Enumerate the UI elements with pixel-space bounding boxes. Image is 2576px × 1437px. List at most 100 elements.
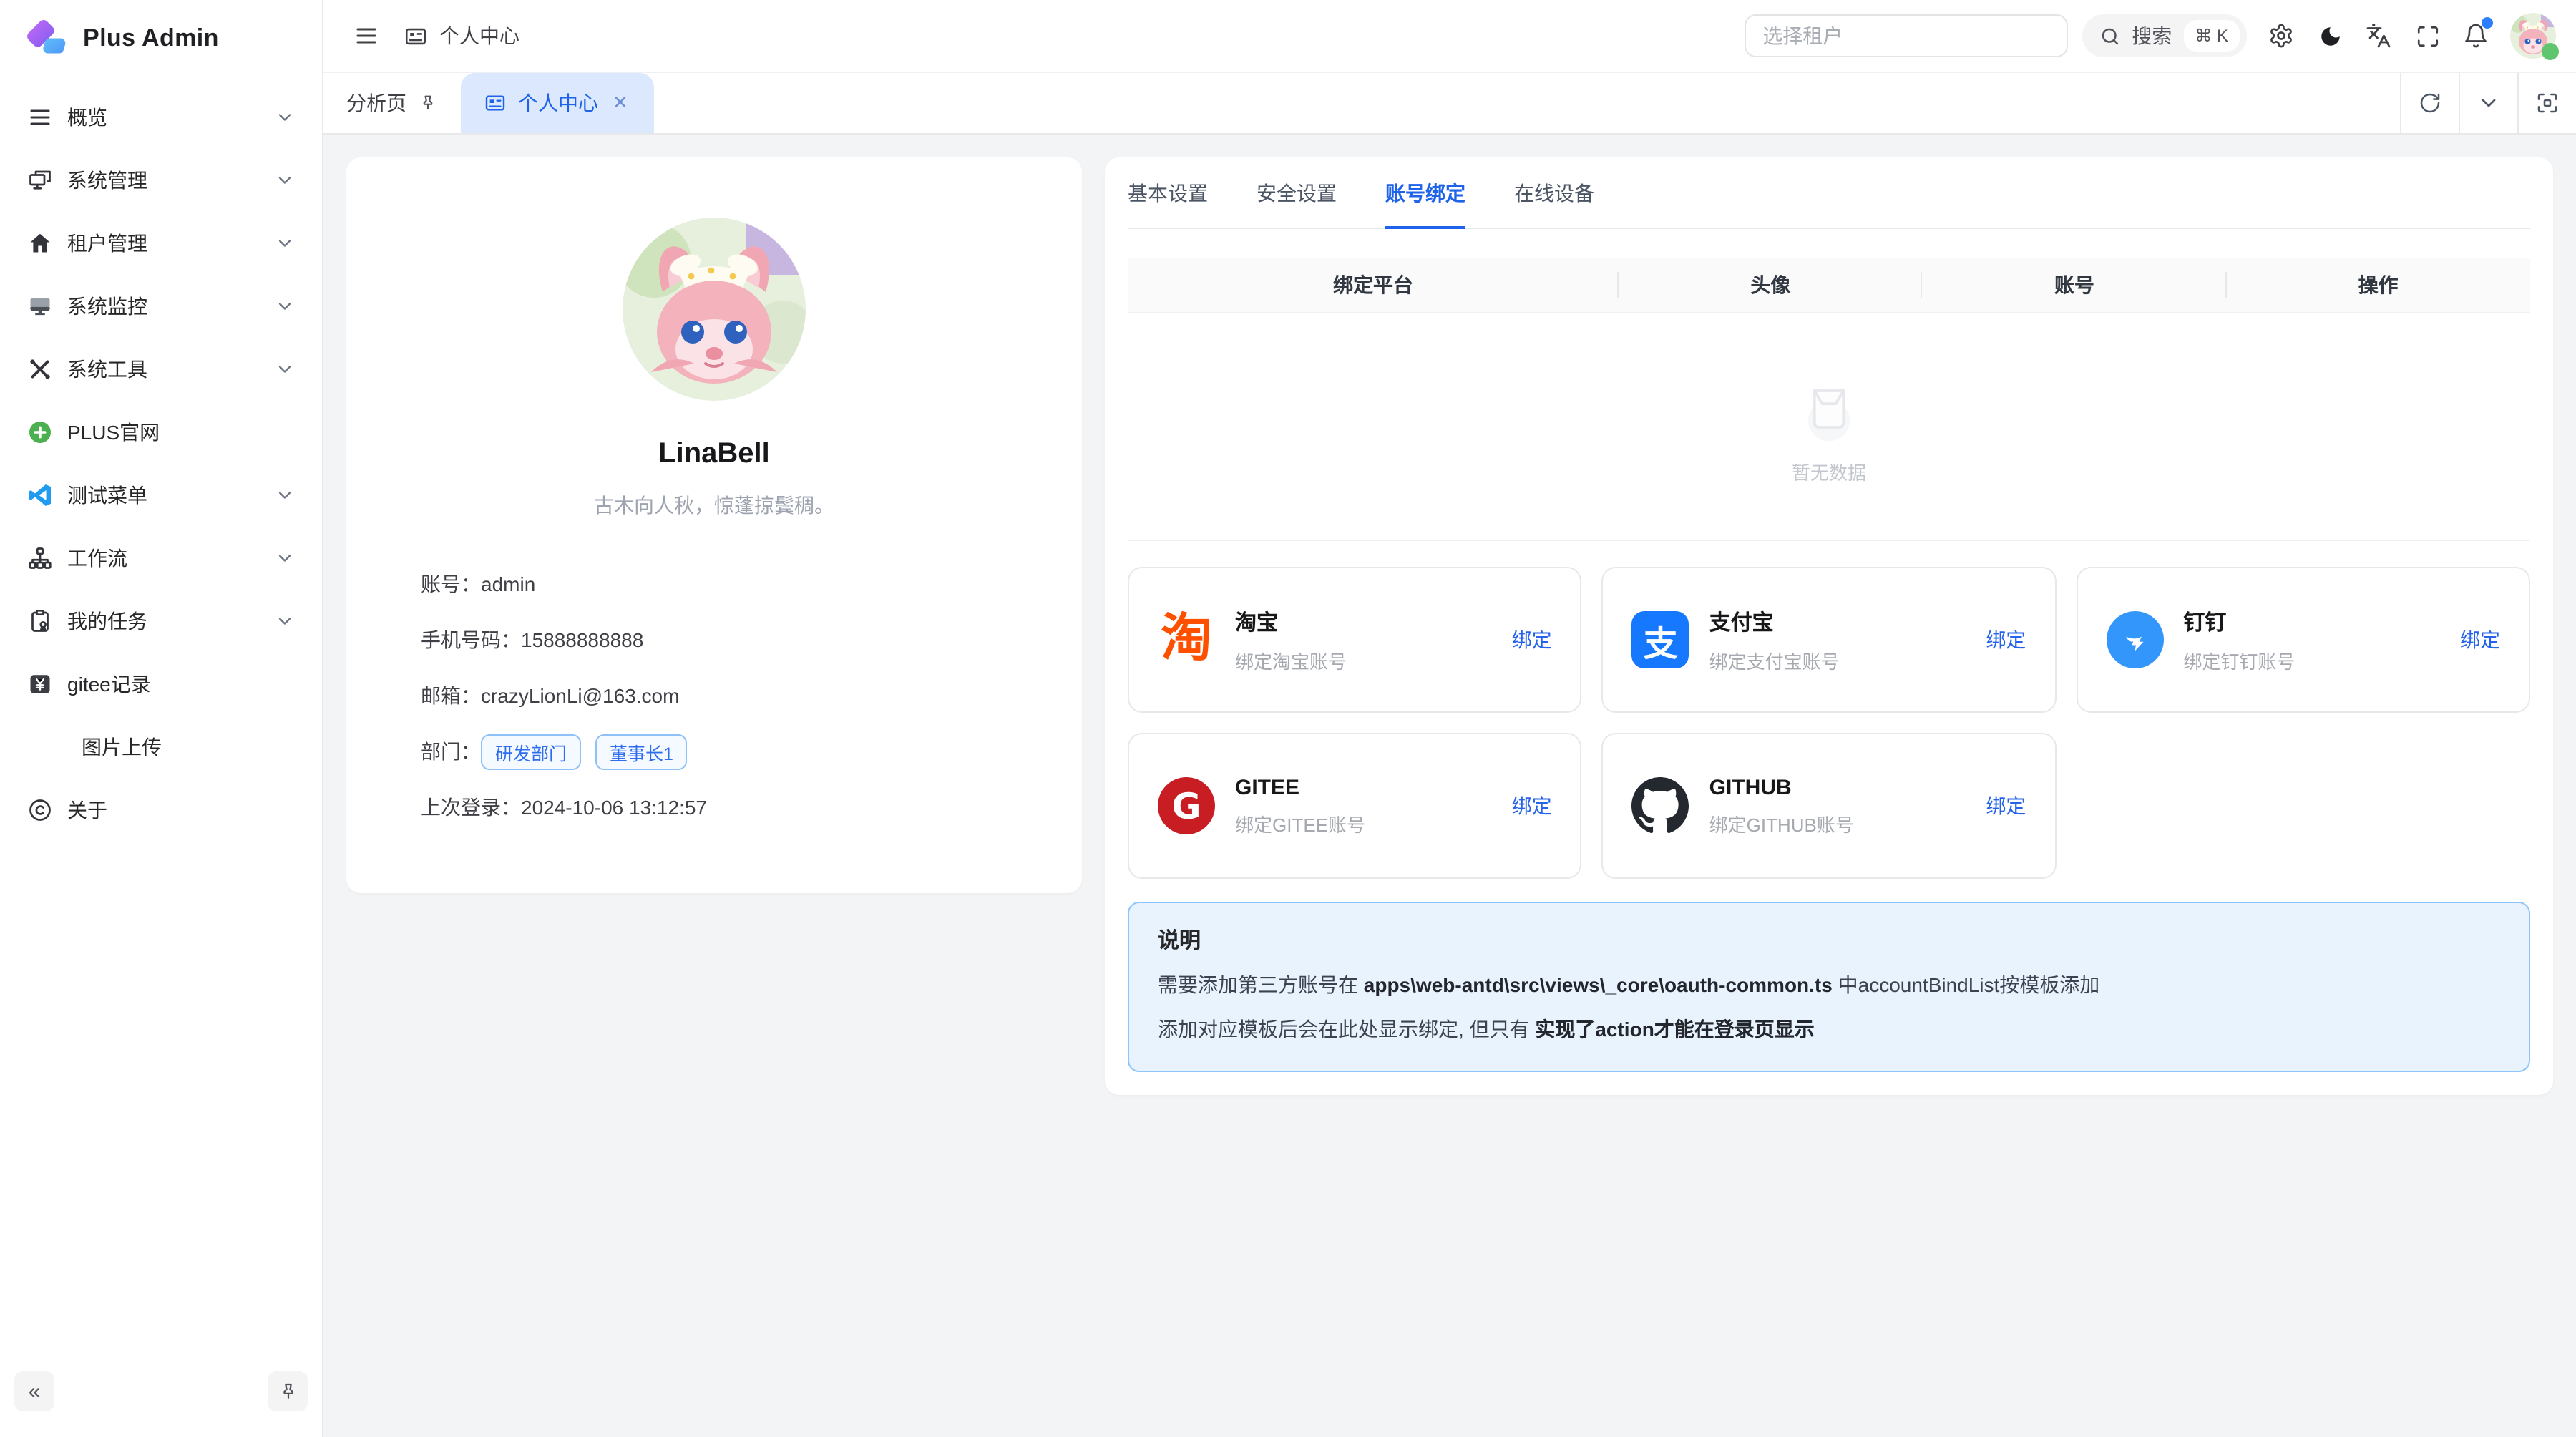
binding-card-github: GITHUB 绑定GITHUB账号 绑定 [1602, 733, 2057, 879]
settings-button[interactable] [2258, 13, 2304, 59]
workflow-icon [27, 545, 53, 571]
profile-field-last-login: 上次登录： 2024-10-06 13:12:57 [421, 789, 1008, 826]
gitee-icon: G [1158, 777, 1215, 834]
tab-profile-center[interactable]: 个人中心 ✕ [461, 73, 654, 133]
tab-bar: 分析页 个人中心 ✕ [323, 73, 2576, 135]
sidebar-menu: 概览 系统管理 租户管理 系统监控 [0, 77, 322, 1360]
tab-analytics[interactable]: 分析页 [323, 73, 461, 133]
fullscreen-icon [2415, 24, 2439, 48]
binding-desc: 绑定GITHUB账号 [1709, 809, 1986, 837]
pushpin-icon[interactable] [418, 93, 438, 113]
menu-lines-icon [27, 104, 53, 130]
global-search-button[interactable]: 搜索 ⌘ K [2082, 14, 2247, 57]
sidebar-item-about[interactable]: 关于 [13, 781, 309, 839]
online-status-dot [2542, 43, 2559, 60]
profile-field-phone: 手机号码： 15888888888 [421, 621, 1008, 658]
alipay-icon: 支 [1632, 611, 1689, 668]
binding-card-alipay: 支 支付宝 绑定支付宝账号 绑定 [1602, 567, 2057, 713]
refresh-button[interactable] [2400, 73, 2459, 133]
profile-fields: 账号： admin 手机号码： 15888888888 邮箱： crazyLio… [421, 565, 1008, 826]
note-title: 说明 [1158, 925, 2500, 955]
binding-card-dingtalk: 钉钉 绑定钉钉账号 绑定 [2076, 567, 2530, 713]
tenant-select-input[interactable] [1744, 14, 2067, 57]
bind-github-link[interactable]: 绑定 [1986, 791, 2026, 820]
column-header-account: 账号 [1923, 271, 2227, 299]
dingtalk-icon [2106, 611, 2163, 668]
tab-account-binding[interactable]: 账号绑定 [1385, 157, 1465, 228]
dark-mode-toggle[interactable] [2307, 13, 2353, 59]
sidebar-item-system-tools[interactable]: 系统工具 [13, 341, 309, 398]
binding-card-taobao: 淘 淘宝 绑定淘宝账号 绑定 [1128, 567, 1582, 713]
binding-title: 支付宝 [1709, 606, 1986, 636]
chevron-down-icon [275, 359, 295, 379]
sidebar-item-gitee-record[interactable]: gitee记录 [13, 656, 309, 713]
app-root: Plus Admin 概览 系统管理 租户管理 [0, 0, 2576, 1437]
department-tag: 董事长1 [595, 734, 688, 769]
binding-title: 淘宝 [1235, 606, 1512, 636]
sidebar-toggle-button[interactable] [343, 13, 389, 59]
note-line-1: 需要添加第三方账号在 apps\web-antd\src\views\_core… [1158, 970, 2500, 1000]
sidebar-item-workflow[interactable]: 工作流 [13, 530, 309, 587]
breadcrumb-label: 个人中心 [439, 21, 519, 50]
sidebar-item-system-admin[interactable]: 系统管理 [13, 152, 309, 209]
sidebar-item-test-menu[interactable]: 测试菜单 [13, 467, 309, 524]
profile-avatar [623, 218, 806, 401]
fullscreen-button[interactable] [2404, 13, 2450, 59]
vscode-icon [27, 482, 53, 508]
binding-title: GITEE [1235, 775, 1512, 799]
sidebar-item-my-tasks[interactable]: 我的任务 [13, 593, 309, 650]
dual-monitor-icon [27, 167, 53, 193]
sidebar-item-tenant-admin[interactable]: 租户管理 [13, 215, 309, 272]
notifications-button[interactable] [2453, 13, 2499, 59]
tools-icon [27, 356, 53, 382]
maximize-content-button[interactable] [2517, 73, 2576, 133]
department-tag: 研发部门 [481, 734, 581, 769]
profile-card: LinaBell 古木向人秋，惊蓬掠鬓稠。 账号： admin 手机号码： 15… [346, 157, 1082, 893]
github-icon [1632, 777, 1689, 834]
tab-basic-settings[interactable]: 基本设置 [1128, 157, 1208, 228]
tab-security-settings[interactable]: 安全设置 [1257, 157, 1337, 228]
sidebar-pin-button[interactable] [268, 1371, 308, 1411]
chevron-down-icon [2477, 92, 2500, 115]
profile-field-email: 邮箱： crazyLionLi@163.com [421, 677, 1008, 714]
tabbar-controls [2400, 73, 2576, 133]
sidebar-item-overview[interactable]: 概览 [13, 89, 309, 146]
sidebar-item-plus-website[interactable]: PLUS官网 [13, 404, 309, 461]
empty-state-text: 暂无数据 [1792, 457, 1866, 484]
sidebar-collapse-button[interactable]: « [14, 1371, 54, 1411]
clipboard-icon [27, 608, 53, 634]
bind-gitee-link[interactable]: 绑定 [1512, 791, 1552, 820]
sidebar-item-system-monitor[interactable]: 系统监控 [13, 278, 309, 335]
house-icon [27, 230, 53, 256]
column-header-platform: 绑定平台 [1128, 271, 1619, 299]
close-icon[interactable]: ✕ [610, 92, 631, 115]
bind-alipay-link[interactable]: 绑定 [1986, 625, 2026, 654]
sidebar-item-image-upload[interactable]: 图片上传 [13, 718, 309, 776]
refresh-icon [2419, 92, 2441, 115]
bind-dingtalk-link[interactable]: 绑定 [2460, 625, 2500, 654]
app-logo[interactable]: Plus Admin [0, 0, 322, 77]
profile-name: LinaBell [421, 438, 1008, 471]
binding-table-header: 绑定平台 头像 账号 操作 [1128, 258, 2530, 313]
chevron-down-icon [275, 170, 295, 190]
hamburger-icon [353, 23, 379, 49]
settings-card: 基本设置 安全设置 账号绑定 在线设备 绑定平台 头像 账号 操作 暂无数据 [1105, 157, 2553, 1094]
chevron-down-icon [275, 296, 295, 316]
search-icon [2099, 25, 2120, 47]
bind-taobao-link[interactable]: 绑定 [1512, 625, 1552, 654]
tab-options-button[interactable] [2459, 73, 2517, 133]
idcard-icon [484, 92, 507, 115]
binding-title: 钉钉 [2183, 606, 2460, 636]
language-button[interactable] [2356, 13, 2401, 59]
app-title: Plus Admin [83, 24, 219, 53]
profile-field-department: 部门： 研发部门 董事长1 [421, 733, 1008, 770]
empty-state: 暂无数据 [1128, 313, 2530, 541]
sidebar-footer: « [0, 1360, 322, 1437]
copyright-icon [27, 797, 53, 823]
binding-desc: 绑定支付宝账号 [1709, 646, 1986, 673]
column-header-avatar: 头像 [1619, 271, 1923, 299]
gear-icon [2268, 23, 2294, 49]
monitor-icon [27, 293, 53, 319]
user-avatar[interactable] [2510, 13, 2556, 59]
tab-online-devices[interactable]: 在线设备 [1514, 157, 1594, 228]
